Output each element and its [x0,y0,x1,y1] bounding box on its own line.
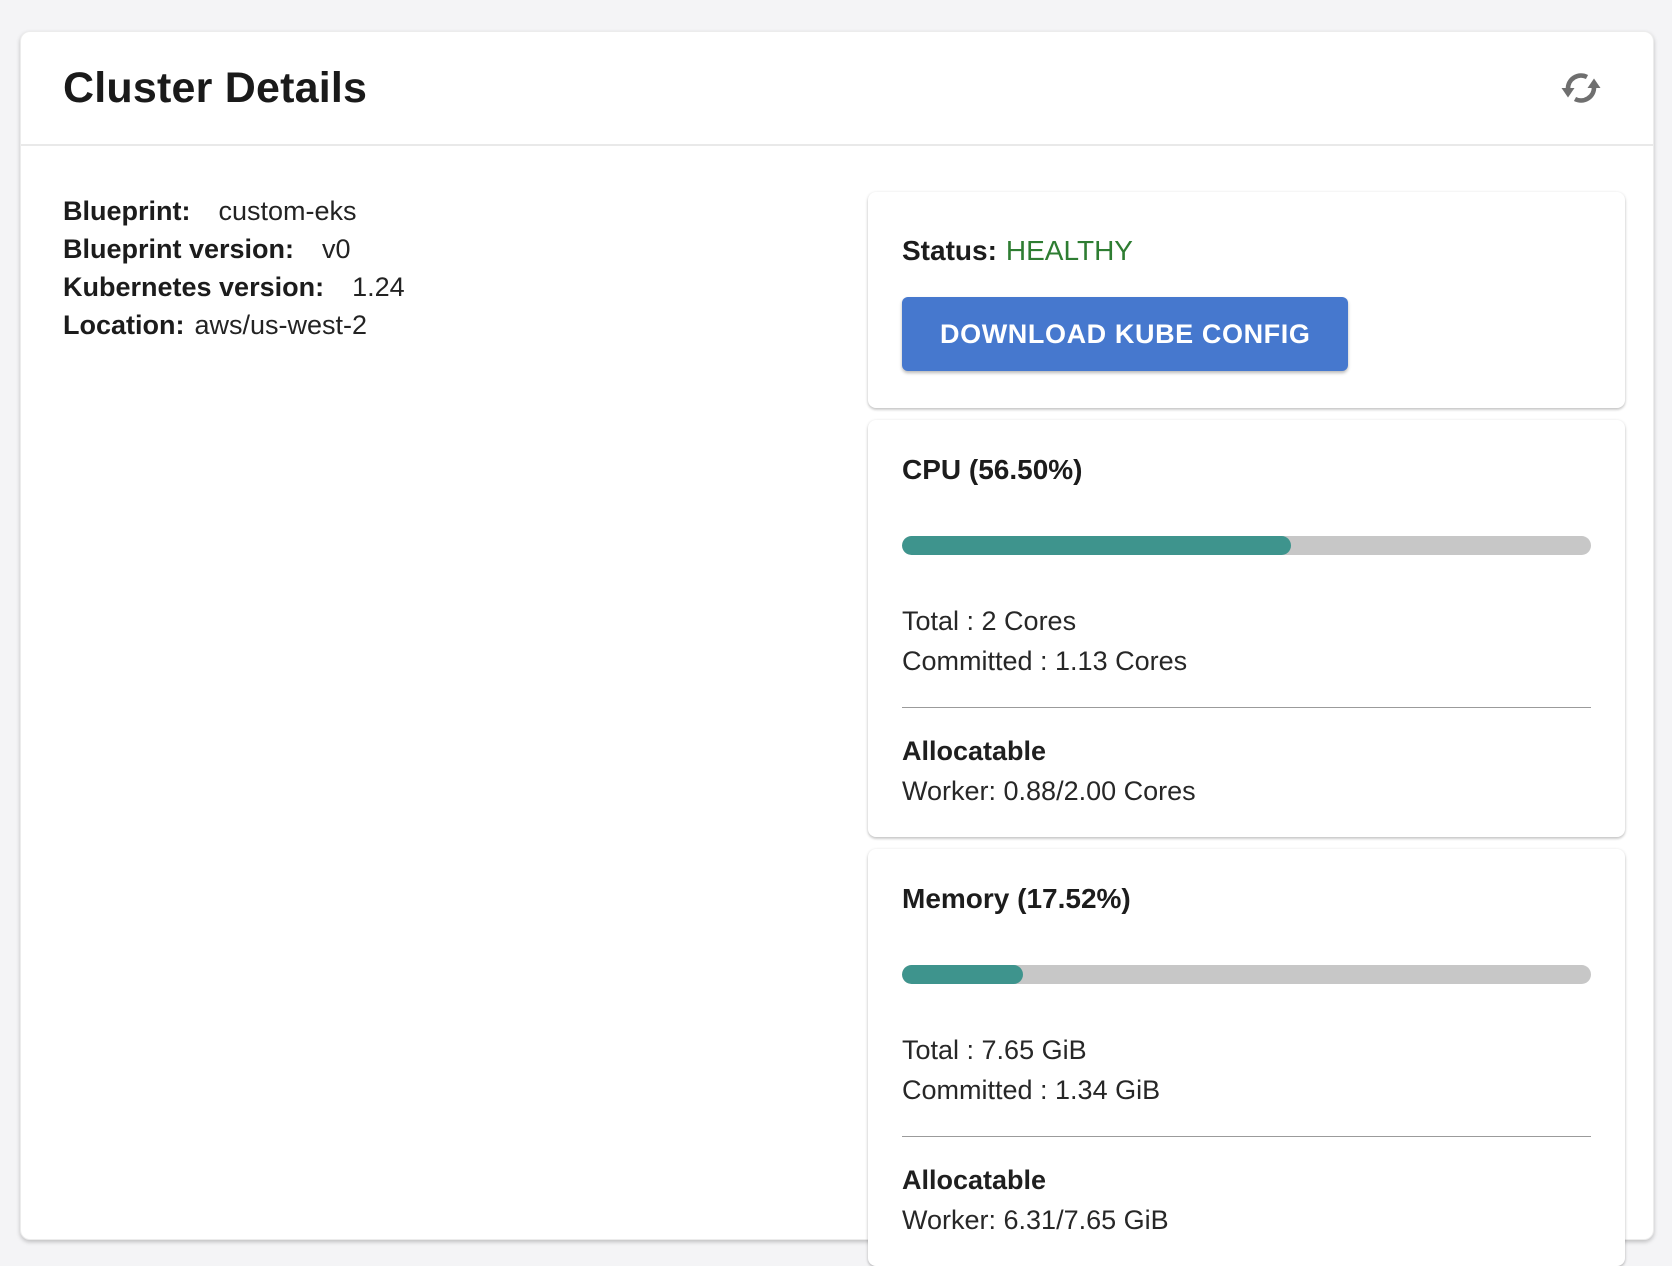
detail-label: Blueprint version: [63,234,294,264]
cpu-card: CPU (56.50%) Total : 2 Cores Committed :… [868,420,1625,837]
status-line: Status: HEALTHY [902,234,1591,268]
divider [902,707,1591,708]
cluster-details-card: Cluster Details Blueprint: custom-eks Blu… [20,31,1654,1240]
detail-value: 1.24 [352,272,405,302]
detail-label: Kubernetes version: [63,272,324,302]
cpu-allocatable-block: Allocatable Worker: 0.88/2.00 Cores [902,731,1591,811]
refresh-button[interactable] [1553,60,1609,116]
memory-title: Memory (17.52%) [902,882,1591,916]
memory-allocatable-label: Allocatable [902,1160,1591,1200]
detail-value: aws/us-west-2 [195,310,368,340]
cpu-allocatable-label: Allocatable [902,731,1591,771]
cpu-title: CPU (56.50%) [902,453,1591,487]
detail-value: custom-eks [219,196,357,226]
detail-label: Location: [63,310,185,340]
memory-progress-track [902,965,1591,984]
memory-progress-fill [902,965,1023,984]
divider [902,1136,1591,1137]
cpu-total: Total : 2 Cores [902,601,1591,641]
cpu-stats: Total : 2 Cores Committed : 1.13 Cores [902,601,1591,681]
memory-total: Total : 7.65 GiB [902,1030,1591,1070]
cpu-progress-track [902,536,1591,555]
detail-value: v0 [322,234,351,264]
detail-row-blueprint: Blueprint: custom-eks [63,192,868,230]
cpu-progress-fill [902,536,1291,555]
detail-row-blueprint-version: Blueprint version: v0 [63,230,868,268]
cpu-committed: Committed : 1.13 Cores [902,641,1591,681]
memory-worker-value: Worker: 6.31/7.65 GiB [902,1200,1591,1240]
cpu-worker-value: Worker: 0.88/2.00 Cores [902,771,1591,811]
right-column: Status: HEALTHY DOWNLOAD KUBE CONFIG CPU … [868,192,1625,1266]
card-body: Blueprint: custom-eks Blueprint version: v… [21,146,1653,1266]
memory-committed: Committed : 1.34 GiB [902,1070,1591,1110]
refresh-icon [1557,64,1605,112]
detail-row-kubernetes-version: Kubernetes version: 1.24 [63,268,868,306]
detail-label: Blueprint: [63,196,191,226]
card-header: Cluster Details [21,32,1653,146]
status-card: Status: HEALTHY DOWNLOAD KUBE CONFIG [868,192,1625,408]
download-kube-config-button[interactable]: DOWNLOAD KUBE CONFIG [902,297,1348,371]
memory-stats: Total : 7.65 GiB Committed : 1.34 GiB [902,1030,1591,1110]
memory-allocatable-block: Allocatable Worker: 6.31/7.65 GiB [902,1160,1591,1240]
detail-row-location: Location: aws/us-west-2 [63,306,868,344]
page-title: Cluster Details [63,64,367,113]
status-label: Status: [902,235,997,266]
status-value: HEALTHY [1006,235,1133,266]
cluster-info: Blueprint: custom-eks Blueprint version: v… [63,192,868,1266]
memory-card: Memory (17.52%) Total : 7.65 GiB Committ… [868,849,1625,1266]
